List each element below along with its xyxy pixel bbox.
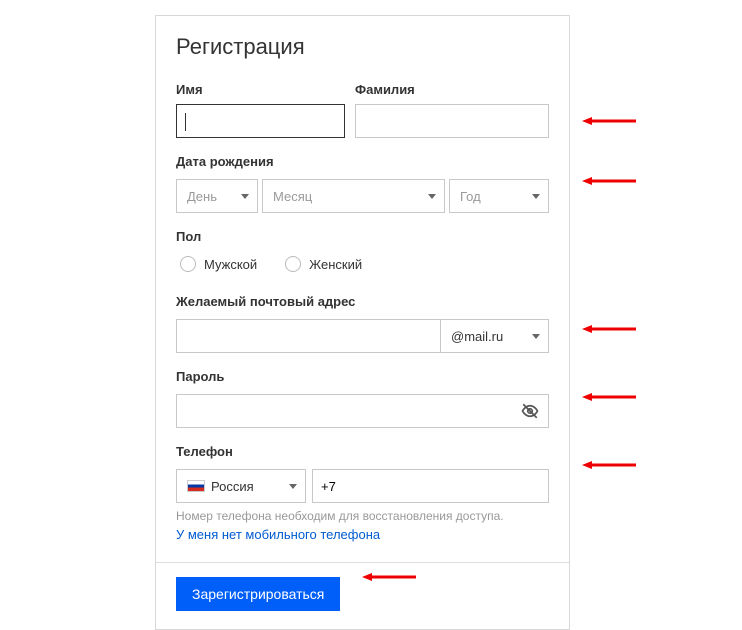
arrow-annotation <box>362 570 416 580</box>
phone-label: Телефон <box>176 444 549 459</box>
radio-icon <box>180 256 196 272</box>
password-label: Пароль <box>176 369 549 384</box>
phone-block: Телефон Россия Номер телефона необходим … <box>176 444 549 542</box>
arrow-annotation <box>582 390 636 400</box>
arrow-annotation <box>582 174 636 184</box>
name-row: Имя Фамилия <box>176 82 549 138</box>
arrow-annotation <box>582 458 636 468</box>
submit-button[interactable]: Зарегистрироваться <box>176 577 340 611</box>
last-name-label: Фамилия <box>355 82 549 97</box>
gender-label: Пол <box>176 229 549 244</box>
dob-block: Дата рождения День Месяц Год <box>176 154 549 213</box>
gender-female-label: Женский <box>309 257 362 272</box>
country-select[interactable]: Россия <box>176 469 306 503</box>
no-phone-link[interactable]: У меня нет мобильного телефона <box>176 527 380 542</box>
flag-ru-icon <box>187 480 205 492</box>
gender-male-radio[interactable]: Мужской <box>180 256 257 272</box>
email-label: Желаемый почтовый адрес <box>176 294 549 309</box>
dob-label: Дата рождения <box>176 154 549 169</box>
dob-year-text: Год <box>460 189 481 204</box>
password-input[interactable] <box>176 394 549 428</box>
caret-icon <box>241 194 249 199</box>
arrow-annotation <box>582 322 636 332</box>
eye-off-icon[interactable] <box>521 402 539 420</box>
caret-icon <box>289 484 297 489</box>
first-name-input[interactable] <box>176 104 345 138</box>
email-block: Желаемый почтовый адрес @mail.ru <box>176 294 549 353</box>
first-name-label: Имя <box>176 82 345 97</box>
dob-day-select[interactable]: День <box>176 179 258 213</box>
gender-female-radio[interactable]: Женский <box>285 256 362 272</box>
dob-month-text: Месяц <box>273 189 312 204</box>
last-name-input[interactable] <box>355 104 549 138</box>
country-text: Россия <box>211 479 283 494</box>
registration-form: Регистрация Имя Фамилия Дата рождения Де… <box>155 15 570 630</box>
dob-month-select[interactable]: Месяц <box>262 179 445 213</box>
phone-hint: Номер телефона необходим для восстановле… <box>176 509 549 523</box>
dob-year-select[interactable]: Год <box>449 179 549 213</box>
arrow-annotation <box>582 114 636 124</box>
page-title: Регистрация <box>176 34 549 60</box>
gender-male-label: Мужской <box>204 257 257 272</box>
caret-icon <box>532 334 540 339</box>
dob-day-text: День <box>187 189 217 204</box>
radio-icon <box>285 256 301 272</box>
caret-icon <box>428 194 436 199</box>
password-block: Пароль <box>176 369 549 428</box>
caret-icon <box>532 194 540 199</box>
phone-input[interactable] <box>312 469 549 503</box>
email-input[interactable] <box>176 319 441 353</box>
email-domain-text: @mail.ru <box>451 329 503 344</box>
email-domain-select[interactable]: @mail.ru <box>441 319 549 353</box>
gender-block: Пол Мужской Женский <box>176 229 549 272</box>
